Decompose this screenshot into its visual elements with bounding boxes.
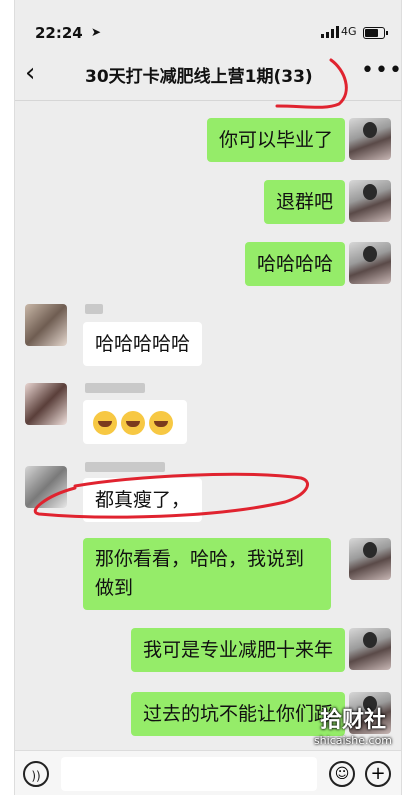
sender-name-blurred xyxy=(85,383,145,393)
message-bubble[interactable]: 那你看看，哈哈，我说到做到 xyxy=(83,538,331,610)
message-bubble[interactable]: 我可是专业减肥十来年 xyxy=(130,628,345,672)
emoji-button-icon[interactable]: ☺ xyxy=(329,761,355,787)
avatar[interactable] xyxy=(25,304,67,346)
member-count: (33) xyxy=(273,67,313,87)
sender-name-blurred xyxy=(85,462,165,472)
watermark-url: shicaishe.com xyxy=(313,734,393,747)
network-type: 4G xyxy=(341,25,357,38)
voice-input-icon[interactable]: )) xyxy=(23,761,49,787)
status-bar: 22:24 ➤ 4G xyxy=(15,0,401,44)
more-options-button[interactable]: ••• xyxy=(361,58,401,83)
watermark-text: 拾财社 xyxy=(319,708,386,733)
group-name: 30天打卡减肥线上营1期 xyxy=(85,67,274,87)
chat-header: ‹ 30天打卡减肥线上营1期(33) ••• xyxy=(15,48,401,101)
avatar[interactable] xyxy=(349,180,391,222)
chat-title: 30天打卡减肥线上营1期(33) xyxy=(85,62,313,87)
message-input[interactable] xyxy=(61,757,317,791)
watermark: 拾财社 shicaishe.com xyxy=(305,708,401,758)
battery-icon xyxy=(363,27,388,39)
crying-laughing-emoji-icon xyxy=(149,410,173,435)
location-arrow-icon: ➤ xyxy=(91,25,102,39)
message-bubble[interactable]: 退群吧 xyxy=(263,180,345,224)
avatar[interactable] xyxy=(349,242,391,284)
message-bubble[interactable]: 哈哈哈哈哈 xyxy=(83,322,203,366)
avatar[interactable] xyxy=(349,118,391,160)
message-bubble[interactable] xyxy=(83,400,187,444)
plus-button-icon[interactable]: + xyxy=(365,761,391,787)
status-time: 22:24 xyxy=(35,24,83,42)
message-bubble[interactable]: 你可以毕业了 xyxy=(206,118,345,162)
avatar[interactable] xyxy=(349,628,391,670)
crying-laughing-emoji-icon xyxy=(93,410,117,435)
message-bubble[interactable]: 都真瘦了， xyxy=(83,478,203,522)
sender-name-blurred xyxy=(85,304,103,314)
signal-icon xyxy=(321,26,341,38)
phone-screen: 22:24 ➤ 4G ‹ 30天打卡减肥线上营1期(33) ••• 你可以毕业了… xyxy=(14,0,402,795)
avatar[interactable] xyxy=(349,538,391,580)
back-button[interactable]: ‹ xyxy=(25,60,35,86)
message-bubble[interactable]: 哈哈哈哈 xyxy=(244,242,345,286)
crying-laughing-emoji-icon xyxy=(121,410,145,435)
avatar[interactable] xyxy=(25,466,67,508)
avatar[interactable] xyxy=(25,383,67,425)
